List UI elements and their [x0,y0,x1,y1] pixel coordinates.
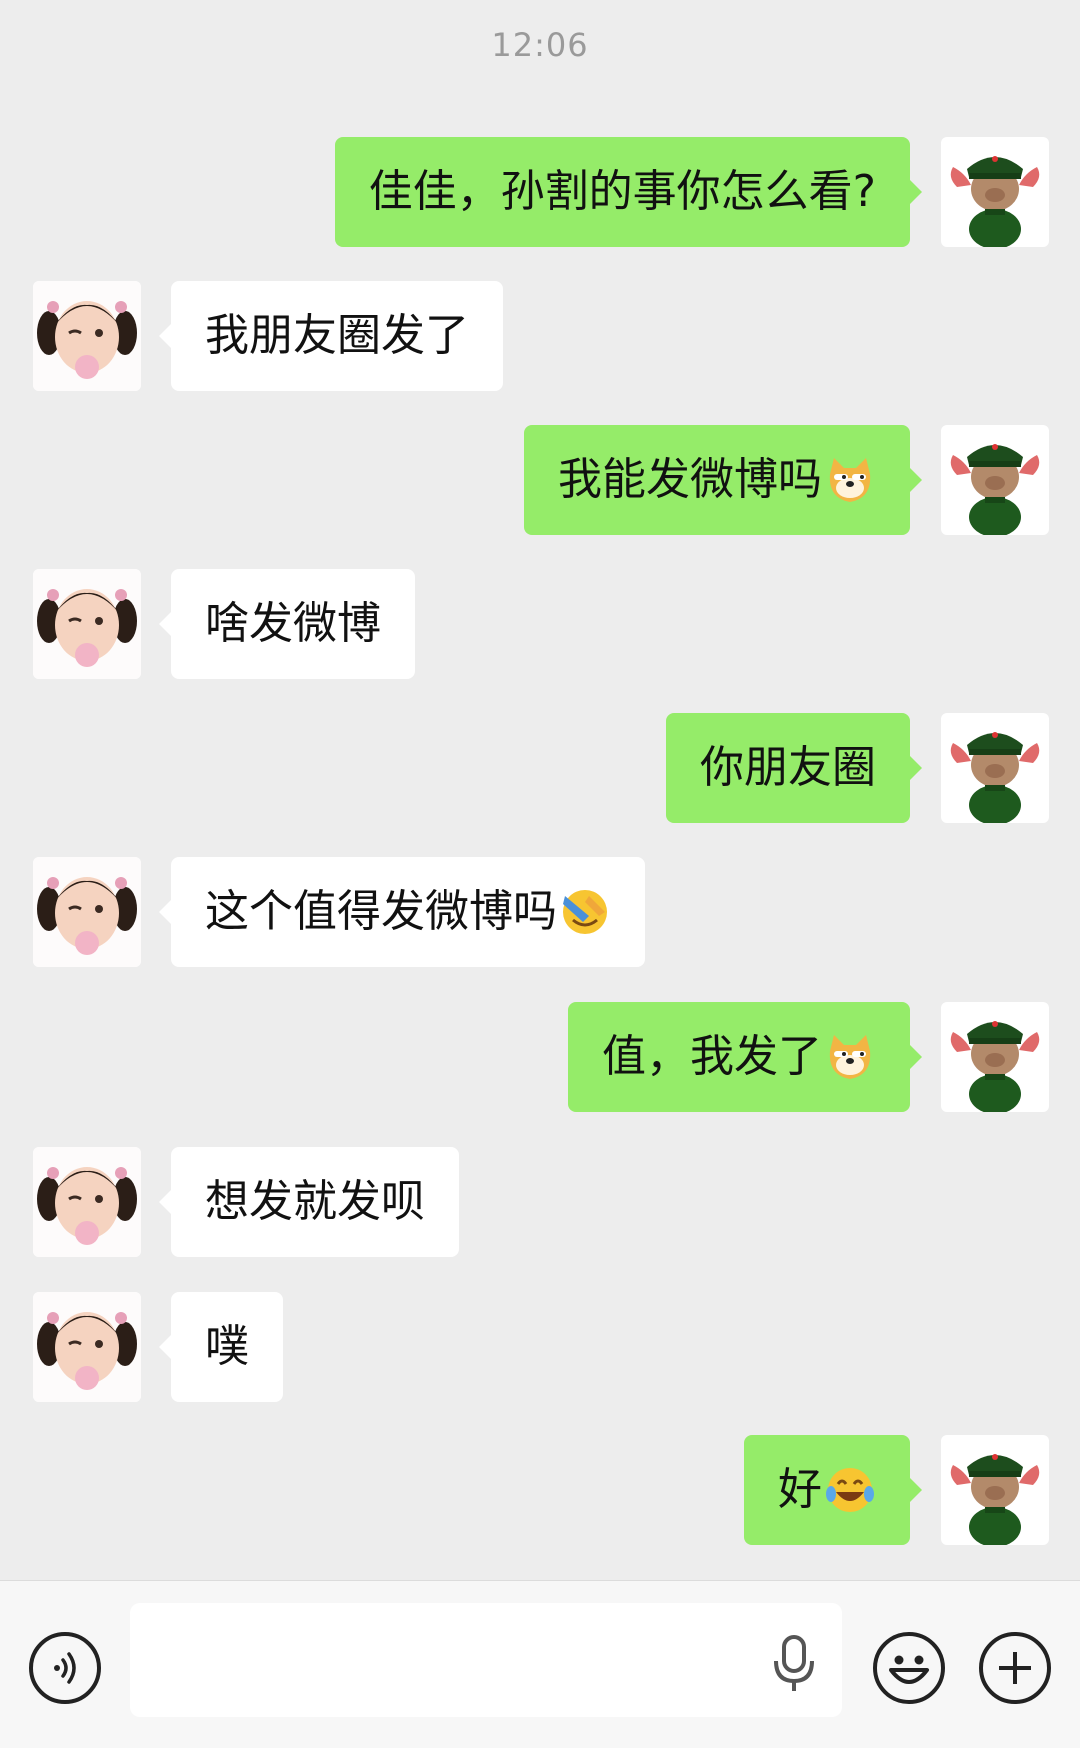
soldier-pig-avatar-icon [950,1454,1040,1545]
message-row: 你朋友圈 [0,713,1080,825]
girl-avatar-icon [33,281,141,391]
plus-icon [999,1652,1031,1684]
voice-icon [54,1652,76,1684]
contact-avatar[interactable] [33,1292,141,1402]
message-bubble[interactable]: 我朋友圈发了 [159,281,503,391]
message-text: 我能发微博吗 [558,454,822,505]
message-row: 好 [0,1435,1080,1547]
soldier-pig-avatar-icon [950,732,1040,823]
plus-button[interactable] [979,1632,1051,1704]
message-row: 佳佳，孙割的事你怎么看? [0,137,1080,249]
emoji-button[interactable] [873,1632,945,1704]
contact-avatar[interactable] [33,569,141,679]
smiley-icon [889,1655,929,1684]
message-bubble[interactable]: 这个值得发微博吗 [159,857,645,967]
girl-avatar-icon [33,1292,141,1402]
message-text: 值，我发了 [602,1031,822,1082]
tears-of-joy-icon [826,1468,874,1512]
message-input[interactable] [130,1603,842,1717]
mic-icon [774,1635,814,1691]
message-row: 想发就发呗 [0,1147,1080,1259]
my-avatar[interactable] [941,1002,1049,1112]
message-text: 佳佳，孙割的事你怎么看? [368,166,876,217]
contact-avatar[interactable] [33,1147,141,1257]
input-bar [0,1580,1080,1748]
my-avatar[interactable] [941,425,1049,535]
message-bubble[interactable]: 好 [744,1435,922,1545]
chat-timestamp: 12:06 [491,26,589,64]
soldier-pig-avatar-icon [950,444,1040,535]
mic-button[interactable] [770,1633,818,1695]
message-bubble[interactable]: 佳佳，孙割的事你怎么看? [334,137,923,247]
message-bubble[interactable]: 值，我发了 [568,1002,922,1112]
girl-avatar-icon [33,569,141,679]
message-bubble[interactable]: 你朋友圈 [666,713,922,823]
message-text: 啥发微博 [205,598,381,649]
girl-avatar-icon [33,1147,141,1257]
message-row: 我能发微博吗 [0,425,1080,537]
facepalm-icon [563,890,607,934]
doge-icon [829,458,871,502]
message-text: 想发就发呗 [205,1176,425,1227]
message-row: 我朋友圈发了 [0,281,1080,393]
contact-avatar[interactable] [33,281,141,391]
message-bubble[interactable]: 噗 [159,1292,283,1402]
voice-button[interactable] [29,1632,101,1704]
doge-icon [829,1035,871,1079]
girl-avatar-icon [33,857,141,967]
message-row: 值，我发了 [0,1002,1080,1114]
soldier-pig-avatar-icon [950,1021,1040,1112]
message-bubble[interactable]: 啥发微博 [159,569,415,679]
message-bubble[interactable]: 我能发微博吗 [524,425,922,535]
message-text: 噗 [205,1321,249,1372]
message-row: 噗 [0,1292,1080,1404]
chat-screen: 12:06 佳佳，孙割的事你怎么看? 我朋友圈发了 我能发微博吗 啥发微博 你朋… [0,0,1080,1748]
message-row: 这个值得发微博吗 [0,857,1080,969]
my-avatar[interactable] [941,1435,1049,1545]
my-avatar[interactable] [941,137,1049,247]
message-text: 你朋友圈 [700,742,876,793]
message-row: 啥发微博 [0,569,1080,681]
soldier-pig-avatar-icon [950,156,1040,247]
message-text: 我朋友圈发了 [205,310,469,361]
my-avatar[interactable] [941,713,1049,823]
message-text: 好 [778,1464,822,1515]
message-text: 这个值得发微博吗 [205,886,557,937]
contact-avatar[interactable] [33,857,141,967]
message-bubble[interactable]: 想发就发呗 [159,1147,459,1257]
